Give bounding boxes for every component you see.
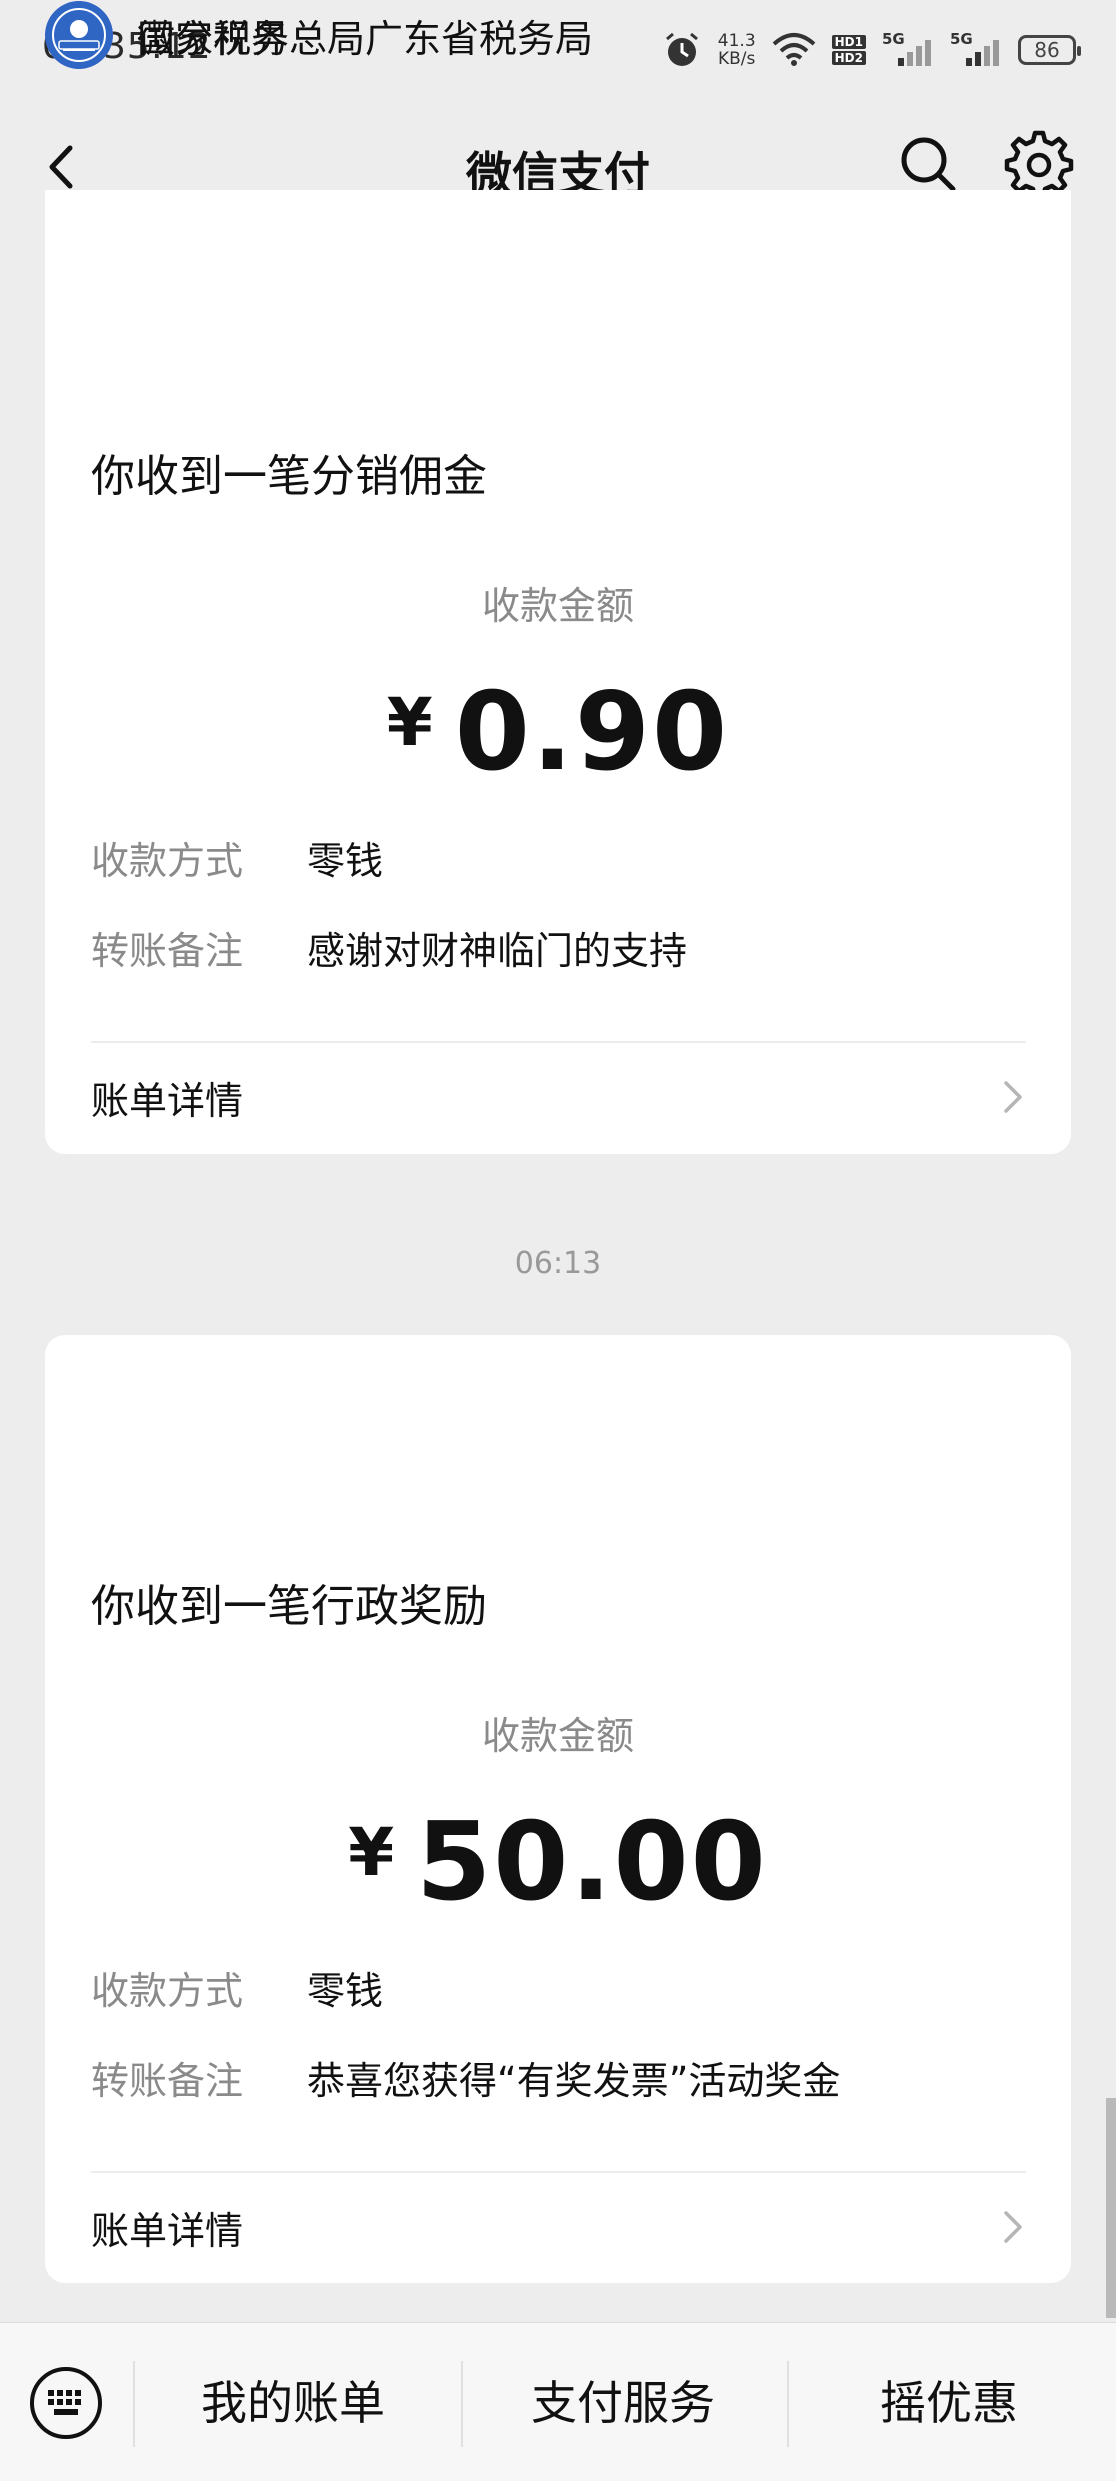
- amount-number: 50.00: [416, 1800, 768, 1925]
- status-icons: 41.3 KB/s HD1 HD2 5G 5G 86: [662, 26, 1081, 74]
- merchant-avatar: [45, 1, 113, 69]
- wifi-icon: [772, 33, 815, 66]
- network-speed: 41.3 KB/s: [717, 31, 756, 69]
- chevron-right-icon: [1004, 1081, 1022, 1113]
- payment-method-label: 收款方式: [91, 1969, 244, 2013]
- currency-symbol: ¥: [386, 684, 435, 761]
- payment-method-row: 收款方式 零钱: [91, 830, 383, 885]
- bill-detail-link[interactable]: 账单详情: [91, 1062, 1026, 1132]
- menu-payment-services[interactable]: 支付服务: [463, 2367, 783, 2433]
- keyboard-icon[interactable]: [28, 2365, 104, 2441]
- amount-label: 收款金额: [481, 584, 634, 628]
- message-title: 你收到一笔行政奖励: [91, 1581, 487, 1632]
- menu-shake-offers[interactable]: 摇优惠: [789, 2367, 1109, 2433]
- scrollbar[interactable]: [1106, 2098, 1116, 2318]
- transfer-note-value: 恭喜您获得“有奖发票”活动奖金: [307, 2059, 841, 2103]
- transfer-note-label: 转账备注: [91, 929, 244, 973]
- divider: [91, 2171, 1026, 2173]
- payment-method-value: 零钱: [307, 839, 384, 883]
- amount-value: ¥0.90: [45, 670, 1071, 795]
- bill-detail-label: 账单详情: [91, 2208, 244, 2253]
- merchant-header-2[interactable]: 国家税务总局广东省税务局: [45, 0, 593, 70]
- bill-detail-label: 账单详情: [91, 1078, 244, 1123]
- hd-badges: HD1 HD2: [831, 35, 866, 65]
- chevron-right-icon: [1004, 2211, 1022, 2243]
- payment-method-value: 零钱: [307, 1969, 384, 2013]
- transfer-note-value: 感谢对财神临门的支持: [307, 929, 688, 973]
- amount-label: 收款金额: [481, 1714, 634, 1758]
- transfer-note-label: 转账备注: [91, 2059, 244, 2103]
- bottom-menu-bar: 我的账单 支付服务 摇优惠: [0, 2322, 1116, 2481]
- payment-method-row: 收款方式 零钱: [91, 1960, 383, 2015]
- menu-my-bills[interactable]: 我的账单: [133, 2367, 453, 2433]
- battery-icon: 86: [1018, 35, 1081, 65]
- signal-icon-1: 5G: [882, 30, 934, 70]
- divider: [91, 1041, 1026, 1043]
- amount-number: 0.90: [454, 670, 730, 795]
- transfer-note-row: 转账备注 恭喜您获得“有奖发票”活动奖金: [91, 2050, 840, 2105]
- amount-value: ¥50.00: [45, 1800, 1071, 1925]
- search-icon[interactable]: [896, 132, 960, 196]
- transfer-note-row: 转账备注 感谢对财神临门的支持: [91, 920, 687, 975]
- bill-detail-link[interactable]: 账单详情: [91, 2192, 1026, 2262]
- signal-icon-2: 5G: [950, 30, 1002, 70]
- message-timestamp: 06:13: [514, 1246, 602, 1281]
- currency-symbol: ¥: [348, 1814, 397, 1891]
- message-title: 你收到一笔分销佣金: [91, 451, 487, 502]
- alarm-icon: [665, 32, 698, 66]
- merchant-name: 国家税务总局广东省税务局: [137, 16, 594, 61]
- payment-method-label: 收款方式: [91, 839, 244, 883]
